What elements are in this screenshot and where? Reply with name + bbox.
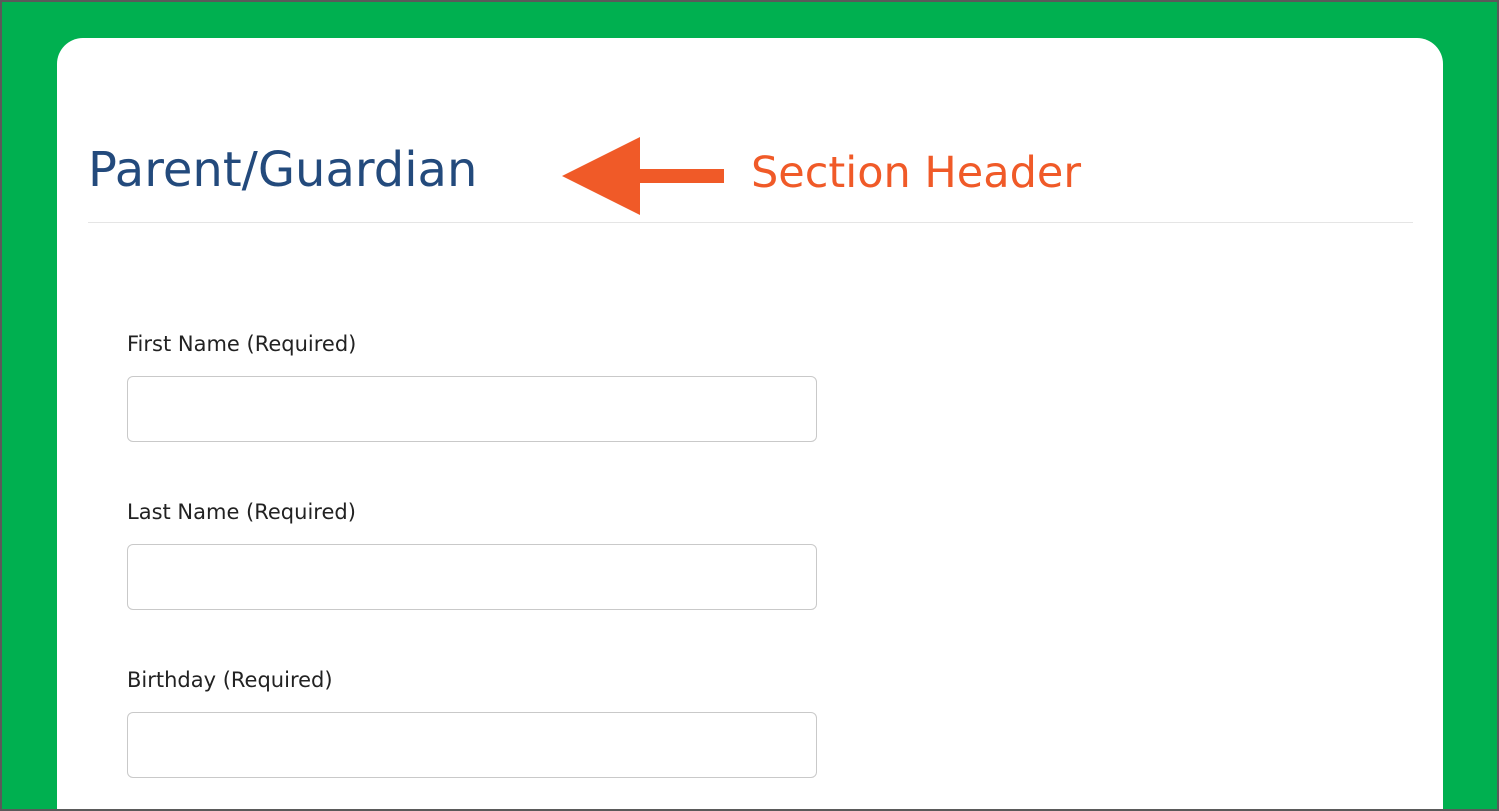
last-name-input[interactable] [127, 544, 817, 610]
green-frame: Parent/Guardian Section Header First Nam… [2, 2, 1497, 809]
last-name-label: Last Name (Required) [127, 500, 356, 524]
first-name-label: First Name (Required) [127, 332, 357, 356]
first-name-input[interactable] [127, 376, 817, 442]
birthday-label: Birthday (Required) [127, 668, 333, 692]
section-header: Parent/Guardian [88, 142, 478, 198]
annotation-label: Section Header [751, 148, 1081, 198]
birthday-input[interactable] [127, 712, 817, 778]
section-divider [88, 222, 1413, 223]
left-arrow-icon [562, 137, 724, 215]
form-card: Parent/Guardian Section Header First Nam… [57, 38, 1443, 809]
